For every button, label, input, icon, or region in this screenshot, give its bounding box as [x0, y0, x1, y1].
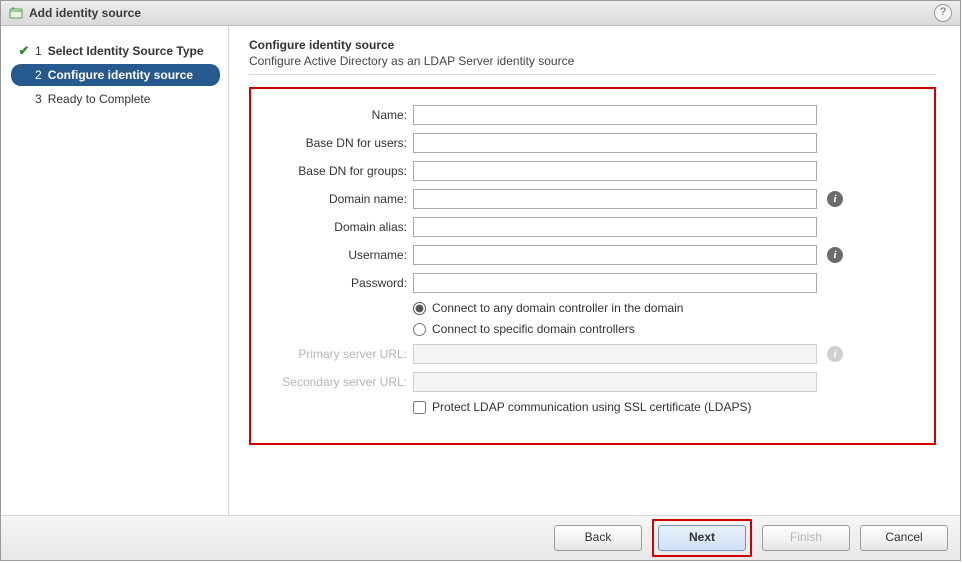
primary-url-input: [413, 344, 817, 364]
password-input[interactable]: [413, 273, 817, 293]
step-label: Configure identity source: [48, 68, 193, 82]
radio-connect-specific-label: Connect to specific domain controllers: [432, 322, 635, 336]
username-label: Username:: [277, 248, 413, 262]
wizard-sidebar: ✔ 1 Select Identity Source Type 2 Config…: [1, 26, 229, 515]
row-password: Password:: [277, 271, 908, 295]
secondary-url-label: Secondary server URL:: [277, 375, 413, 389]
info-icon[interactable]: i: [827, 191, 843, 207]
username-input[interactable]: [413, 245, 817, 265]
row-domain-alias: Domain alias:: [277, 215, 908, 239]
page-subheading: Configure Active Directory as an LDAP Se…: [249, 54, 936, 68]
info-icon[interactable]: i: [827, 247, 843, 263]
step-label: Select Identity Source Type: [48, 44, 204, 58]
base-dn-users-label: Base DN for users:: [277, 136, 413, 150]
ldaps-label: Protect LDAP communication using SSL cer…: [432, 400, 751, 414]
domain-alias-input[interactable]: [413, 217, 817, 237]
dialog-body: ✔ 1 Select Identity Source Type 2 Config…: [1, 26, 960, 515]
dialog-add-identity-source: Add identity source ? ✔ 1 Select Identit…: [0, 0, 961, 561]
domain-name-input[interactable]: [413, 189, 817, 209]
radio-connect-specific-input[interactable]: [413, 323, 426, 336]
secondary-url-input: [413, 372, 817, 392]
step-number: 3: [35, 92, 42, 106]
step-status-icon: [17, 68, 31, 82]
next-button[interactable]: Next: [658, 525, 746, 551]
base-dn-groups-label: Base DN for groups:: [277, 164, 413, 178]
help-icon[interactable]: ?: [934, 4, 952, 22]
radio-connect-specific[interactable]: Connect to specific domain controllers: [413, 320, 908, 338]
row-name: Name:: [277, 103, 908, 127]
dialog-footer: Back Next Finish Cancel: [1, 515, 960, 560]
base-dn-groups-input[interactable]: [413, 161, 817, 181]
next-button-highlight: Next: [652, 519, 752, 557]
info-icon: i: [827, 346, 843, 362]
row-domain-name: Domain name: i: [277, 187, 908, 211]
radio-connect-any-input[interactable]: [413, 302, 426, 315]
window-icon: [9, 6, 23, 20]
step-status-icon: [17, 92, 31, 106]
row-secondary-url: Secondary server URL:: [277, 370, 908, 394]
row-primary-url: Primary server URL: i: [277, 342, 908, 366]
name-input[interactable]: [413, 105, 817, 125]
wizard-step-1[interactable]: ✔ 1 Select Identity Source Type: [11, 40, 220, 62]
checkbox-ldaps-row[interactable]: Protect LDAP communication using SSL cer…: [413, 398, 908, 416]
radio-connect-any[interactable]: Connect to any domain controller in the …: [413, 299, 908, 317]
back-button[interactable]: Back: [554, 525, 642, 551]
radio-connect-any-label: Connect to any domain controller in the …: [432, 301, 683, 315]
row-username: Username: i: [277, 243, 908, 267]
checkmark-icon: ✔: [17, 44, 31, 58]
domain-alias-label: Domain alias:: [277, 220, 413, 234]
password-label: Password:: [277, 276, 413, 290]
base-dn-users-input[interactable]: [413, 133, 817, 153]
wizard-page: Configure identity source Configure Acti…: [229, 26, 960, 515]
page-heading: Configure identity source: [249, 38, 936, 52]
separator: [249, 74, 936, 75]
name-label: Name:: [277, 108, 413, 122]
ldaps-checkbox[interactable]: [413, 401, 426, 414]
cancel-button[interactable]: Cancel: [860, 525, 948, 551]
row-base-dn-groups: Base DN for groups:: [277, 159, 908, 183]
finish-button: Finish: [762, 525, 850, 551]
step-label: Ready to Complete: [48, 92, 151, 106]
dialog-title: Add identity source: [29, 6, 141, 20]
row-base-dn-users: Base DN for users:: [277, 131, 908, 155]
wizard-step-2[interactable]: 2 Configure identity source: [11, 64, 220, 86]
titlebar: Add identity source ?: [1, 1, 960, 26]
step-number: 1: [35, 44, 42, 58]
form-container: Name: Base DN for users: Base DN for gro…: [249, 87, 936, 445]
primary-url-label: Primary server URL:: [277, 347, 413, 361]
step-number: 2: [35, 68, 42, 82]
domain-name-label: Domain name:: [277, 192, 413, 206]
wizard-step-3[interactable]: 3 Ready to Complete: [11, 88, 220, 110]
